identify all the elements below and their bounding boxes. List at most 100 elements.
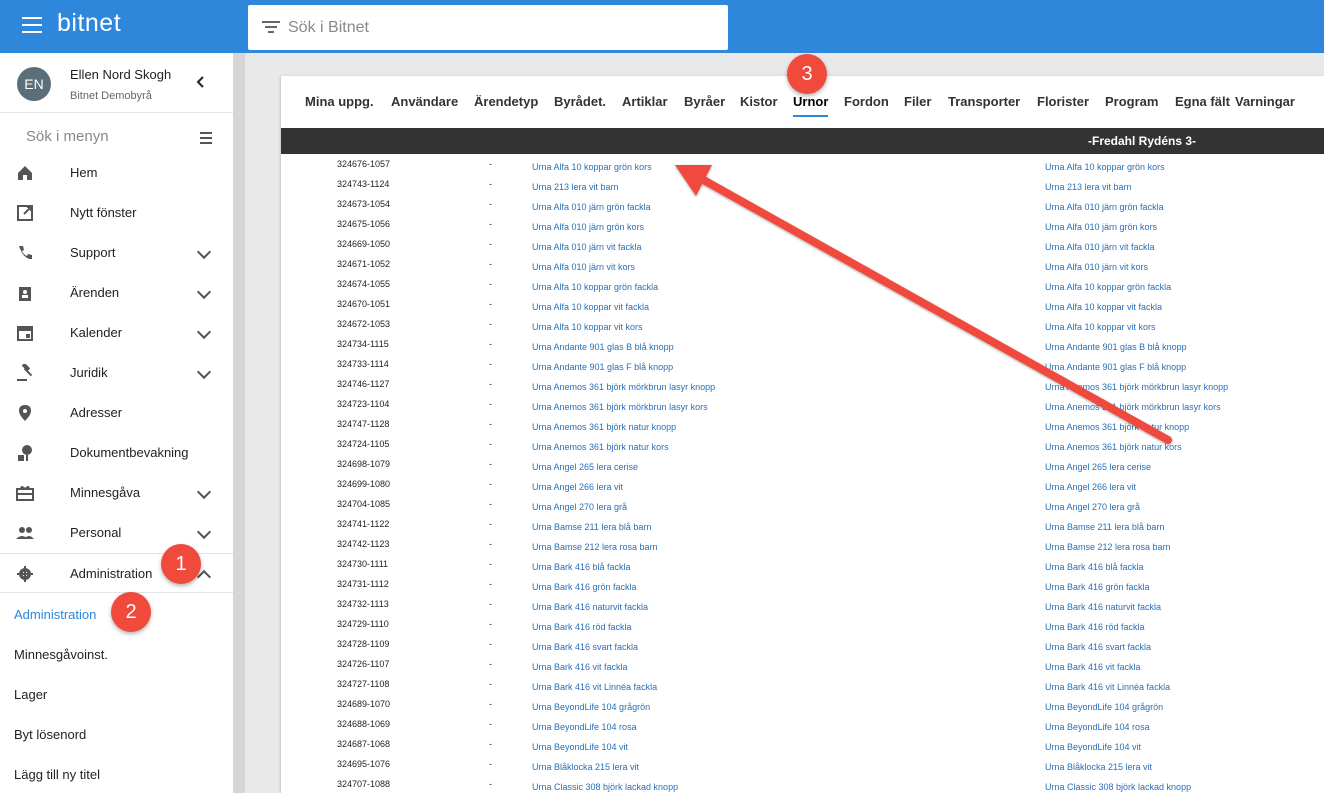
sidebar-item-personal[interactable]: Personal bbox=[0, 513, 233, 553]
urn-link-secondary[interactable]: Urna Anemos 361 björk mörkbrun lasyr kor… bbox=[1045, 402, 1221, 412]
urn-link-secondary[interactable]: Urna Angel 265 lera cerise bbox=[1045, 462, 1151, 472]
urn-link[interactable]: Urna BeyondLife 104 grågrön bbox=[532, 702, 650, 712]
urn-link-secondary[interactable]: Urna Andante 901 glas F blå knopp bbox=[1045, 362, 1186, 372]
urn-link-secondary[interactable]: Urna Andante 901 glas B blå knopp bbox=[1045, 342, 1187, 352]
menu-search-input[interactable]: Sök i menyn bbox=[26, 128, 109, 145]
chevron-down-icon[interactable] bbox=[196, 284, 212, 300]
urn-link-secondary[interactable]: Urna Alfa 10 koppar vit fackla bbox=[1045, 302, 1162, 312]
urn-link-secondary[interactable]: Urna Blåklocka 215 lera vit bbox=[1045, 762, 1152, 772]
subnav-item[interactable]: Lägg till ny titel bbox=[0, 754, 233, 793]
sidebar-item-juridik[interactable]: Juridik bbox=[0, 353, 233, 393]
chevron-down-icon[interactable] bbox=[196, 364, 212, 380]
urn-link-secondary[interactable]: Urna Alfa 010 järn vit fackla bbox=[1045, 242, 1155, 252]
urn-link[interactable]: Urna Angel 270 lera grå bbox=[532, 502, 627, 512]
urn-link-secondary[interactable]: Urna Anemos 361 björk natur kors bbox=[1045, 442, 1182, 452]
subnav-item[interactable]: Lager bbox=[0, 674, 233, 714]
urn-link[interactable]: Urna Anemos 361 björk mörkbrun lasyr kor… bbox=[532, 402, 708, 412]
urn-link[interactable]: Urna Alfa 10 koppar grön kors bbox=[532, 162, 652, 172]
chevron-down-icon[interactable] bbox=[196, 324, 212, 340]
urn-link[interactable]: Urna Angel 266 lera vit bbox=[532, 482, 623, 492]
urn-link-secondary[interactable]: Urna Angel 270 lera grå bbox=[1045, 502, 1140, 512]
chevron-down-icon[interactable] bbox=[196, 244, 212, 260]
urn-link[interactable]: Urna Bark 416 vit Linnéa fackla bbox=[532, 682, 657, 692]
urn-link-secondary[interactable]: Urna Bamse 211 lera blå barn bbox=[1045, 522, 1164, 532]
urn-link-secondary[interactable]: Urna Bark 416 vit Linnéa fackla bbox=[1045, 682, 1170, 692]
urn-link-secondary[interactable]: Urna Bark 416 grön fackla bbox=[1045, 582, 1150, 592]
urn-link-secondary[interactable]: Urna Bark 416 naturvit fackla bbox=[1045, 602, 1161, 612]
urn-link[interactable]: Urna Andante 901 glas B blå knopp bbox=[532, 342, 674, 352]
urn-link[interactable]: Urna Alfa 010 järn vit fackla bbox=[532, 242, 642, 252]
avatar[interactable]: EN bbox=[17, 67, 51, 101]
tab-byråer[interactable]: Byråer bbox=[684, 94, 725, 109]
tab-transporter[interactable]: Transporter bbox=[948, 94, 1020, 109]
tab-urnor[interactable]: Urnor bbox=[793, 94, 829, 117]
sidebar-item-hem[interactable]: Hem bbox=[0, 153, 233, 193]
sidebar-item-support[interactable]: Support bbox=[0, 233, 233, 273]
urn-link[interactable]: Urna BeyondLife 104 vit bbox=[532, 742, 628, 752]
list-icon[interactable] bbox=[196, 132, 212, 146]
urn-link[interactable]: Urna Blåklocka 215 lera vit bbox=[532, 762, 639, 772]
urn-link[interactable]: Urna Bark 416 svart fackla bbox=[532, 642, 638, 652]
urn-link[interactable]: Urna Alfa 10 koppar vit fackla bbox=[532, 302, 649, 312]
sidebar-item-nytt-fönster[interactable]: Nytt fönster bbox=[0, 193, 233, 233]
urn-link-secondary[interactable]: Urna Bark 416 röd fackla bbox=[1045, 622, 1145, 632]
tab-varningar[interactable]: Varningar bbox=[1235, 94, 1295, 109]
urn-link[interactable]: Urna Bamse 212 lera rosa barn bbox=[532, 542, 658, 552]
sidebar-item-dokumentbevakning[interactable]: Dokumentbevakning bbox=[0, 433, 233, 473]
urn-link-secondary[interactable]: Urna Bark 416 svart fackla bbox=[1045, 642, 1151, 652]
urn-link[interactable]: Urna Bamse 211 lera blå barn bbox=[532, 522, 651, 532]
tab-program[interactable]: Program bbox=[1105, 94, 1158, 109]
urn-link[interactable]: Urna Bark 416 blå fackla bbox=[532, 562, 631, 572]
urn-link-secondary[interactable]: Urna BeyondLife 104 vit bbox=[1045, 742, 1141, 752]
sidebar-scrollbar[interactable] bbox=[233, 53, 245, 793]
sidebar-item-minnesgåva[interactable]: Minnesgåva bbox=[0, 473, 233, 513]
tab-byrådet[interactable]: Byrådet. bbox=[554, 94, 606, 109]
urn-link-secondary[interactable]: Urna Alfa 10 koppar grön fackla bbox=[1045, 282, 1171, 292]
sidebar-item-adresser[interactable]: Adresser bbox=[0, 393, 233, 433]
urn-link-secondary[interactable]: Urna 213 lera vit barn bbox=[1045, 182, 1132, 192]
urn-link[interactable]: Urna Bark 416 röd fackla bbox=[532, 622, 632, 632]
urn-link[interactable]: Urna Bark 416 naturvit fackla bbox=[532, 602, 648, 612]
tab-fordon[interactable]: Fordon bbox=[844, 94, 889, 109]
urn-link[interactable]: Urna Alfa 010 järn grön fackla bbox=[532, 202, 651, 212]
urn-link[interactable]: Urna Anemos 361 björk mörkbrun lasyr kno… bbox=[532, 382, 715, 392]
urn-link-secondary[interactable]: Urna Bamse 212 lera rosa barn bbox=[1045, 542, 1171, 552]
urn-link-secondary[interactable]: Urna Bark 416 blå fackla bbox=[1045, 562, 1144, 572]
tab-filer[interactable]: Filer bbox=[904, 94, 931, 109]
subnav-item[interactable]: Minnesgåvoinst. bbox=[0, 634, 233, 674]
urn-link[interactable]: Urna Classic 308 björk lackad knopp bbox=[532, 782, 678, 792]
urn-link-secondary[interactable]: Urna Alfa 010 järn grön kors bbox=[1045, 222, 1157, 232]
urn-link-secondary[interactable]: Urna Alfa 010 järn vit kors bbox=[1045, 262, 1148, 272]
urn-link[interactable]: Urna Alfa 10 koppar vit kors bbox=[532, 322, 643, 332]
tab-florister[interactable]: Florister bbox=[1037, 94, 1089, 109]
urn-link-secondary[interactable]: Urna Angel 266 lera vit bbox=[1045, 482, 1136, 492]
urn-link[interactable]: Urna Alfa 010 järn grön kors bbox=[532, 222, 644, 232]
urn-link-secondary[interactable]: Urna Anemos 361 björk natur knopp bbox=[1045, 422, 1189, 432]
sidebar-item-kalender[interactable]: Kalender bbox=[0, 313, 233, 353]
tab-artiklar[interactable]: Artiklar bbox=[622, 94, 668, 109]
hamburger-menu-icon[interactable] bbox=[22, 17, 42, 33]
urn-link-secondary[interactable]: Urna Classic 308 björk lackad knopp bbox=[1045, 782, 1191, 792]
urn-link-secondary[interactable]: Urna BeyondLife 104 rosa bbox=[1045, 722, 1150, 732]
urn-link[interactable]: Urna Anemos 361 björk natur knopp bbox=[532, 422, 676, 432]
urn-link-secondary[interactable]: Urna BeyondLife 104 grågrön bbox=[1045, 702, 1163, 712]
urn-link[interactable]: Urna Bark 416 grön fackla bbox=[532, 582, 637, 592]
urn-link[interactable]: Urna Alfa 10 koppar grön fackla bbox=[532, 282, 658, 292]
urn-link-secondary[interactable]: Urna Alfa 010 järn grön fackla bbox=[1045, 202, 1164, 212]
tab-egna-fält[interactable]: Egna fält bbox=[1175, 94, 1230, 109]
urn-link-secondary[interactable]: Urna Alfa 10 koppar vit kors bbox=[1045, 322, 1156, 332]
tab-mina-uppg[interactable]: Mina uppg. bbox=[305, 94, 374, 109]
urn-link[interactable]: Urna Angel 265 lera cerise bbox=[532, 462, 638, 472]
urn-link-secondary[interactable]: Urna Bark 416 vit fackla bbox=[1045, 662, 1141, 672]
chevron-down-icon[interactable] bbox=[196, 484, 212, 500]
urn-link-secondary[interactable]: Urna Anemos 361 björk mörkbrun lasyr kno… bbox=[1045, 382, 1228, 392]
urn-link[interactable]: Urna BeyondLife 104 rosa bbox=[532, 722, 637, 732]
brand-logo[interactable]: bitnet bbox=[57, 9, 121, 38]
urn-link[interactable]: Urna 213 lera vit barn bbox=[532, 182, 619, 192]
tab-ärendetyp[interactable]: Ärendetyp bbox=[474, 94, 538, 109]
tab-kistor[interactable]: Kistor bbox=[740, 94, 778, 109]
urn-link[interactable]: Urna Anemos 361 björk natur kors bbox=[532, 442, 669, 452]
urn-link-secondary[interactable]: Urna Alfa 10 koppar grön kors bbox=[1045, 162, 1165, 172]
urn-link[interactable]: Urna Alfa 010 järn vit kors bbox=[532, 262, 635, 272]
filter-icon[interactable] bbox=[262, 21, 280, 35]
